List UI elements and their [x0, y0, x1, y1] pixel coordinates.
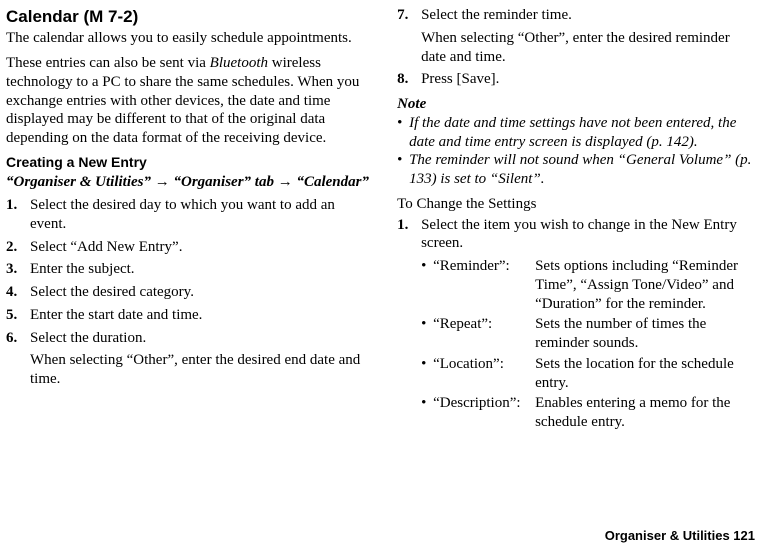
step-number: 2. — [6, 238, 30, 257]
step-7-note: When selecting “Other”, enter the desire… — [421, 29, 755, 67]
nav-seg3: “Calendar” — [296, 174, 369, 190]
step-2: 2. Select “Add New Entry”. — [6, 238, 371, 257]
def-description: • “Description”: Enables entering a memo… — [421, 394, 755, 432]
bullet-icon: • — [421, 257, 433, 313]
menu-code: (M 7-2) — [83, 7, 138, 26]
bullet-icon: • — [421, 315, 433, 353]
page-footer: Organiser & Utilities 121 — [6, 500, 755, 544]
step-number: 1. — [6, 196, 30, 234]
title-text: Calendar — [6, 7, 79, 26]
step-number: 4. — [6, 283, 30, 302]
section-title: Calendar (M 7-2) — [6, 6, 371, 27]
def-desc: Sets the number of times the reminder so… — [535, 315, 755, 353]
bullet-icon: • — [421, 394, 433, 432]
def-term: “Reminder”: — [433, 257, 535, 313]
bullet-icon: • — [397, 151, 409, 189]
right-column: 7. Select the reminder time. When select… — [397, 6, 755, 500]
creating-entry-heading: Creating a New Entry — [6, 154, 371, 172]
def-reminder: • “Reminder”: Sets options including “Re… — [421, 257, 755, 313]
step-number: 7. — [397, 6, 421, 25]
nav-seg2: “Organiser” tab — [174, 174, 274, 190]
step-text: Enter the subject. — [30, 260, 371, 279]
nav-seg1: “Organiser & Utilities” — [6, 174, 151, 190]
note-label: Note — [397, 95, 755, 114]
intro2-pre: These entries can also be sent via — [6, 55, 210, 71]
def-term: “Repeat”: — [433, 315, 535, 353]
step-text: Press [Save]. — [421, 70, 755, 89]
manual-page: Calendar (M 7-2) The calendar allows you… — [0, 0, 765, 552]
change-settings-heading: To Change the Settings — [397, 195, 755, 214]
note-item-1: • If the date and time settings have not… — [397, 114, 755, 152]
step-number: 6. — [6, 329, 30, 348]
two-column-layout: Calendar (M 7-2) The calendar allows you… — [6, 6, 755, 500]
bluetooth-word: Bluetooth — [210, 55, 268, 71]
def-desc: Sets options including “Reminder Time”, … — [535, 257, 755, 313]
left-column: Calendar (M 7-2) The calendar allows you… — [6, 6, 371, 500]
step-4: 4. Select the desired category. — [6, 283, 371, 302]
step-text: Select “Add New Entry”. — [30, 238, 371, 257]
step-1: 1. Select the desired day to which you w… — [6, 196, 371, 234]
intro-paragraph-2: These entries can also be sent via Bluet… — [6, 54, 371, 148]
step-text: Select the duration. — [30, 329, 371, 348]
change-settings-steps: 1. Select the item you wish to change in… — [397, 216, 755, 254]
step-6: 6. Select the duration. — [6, 329, 371, 348]
step-3: 3. Enter the subject. — [6, 260, 371, 279]
def-location: • “Location”: Sets the location for the … — [421, 355, 755, 393]
note-text: If the date and time settings have not b… — [409, 114, 755, 152]
arrow-icon: → — [155, 174, 170, 190]
note-list: • If the date and time settings have not… — [397, 114, 755, 189]
step-number: 8. — [397, 70, 421, 89]
steps-list-right: 7. Select the reminder time. — [397, 6, 755, 25]
nav-path: “Organiser & Utilities” → “Organiser” ta… — [6, 173, 371, 192]
step-7: 7. Select the reminder time. — [397, 6, 755, 25]
step-text: Select the desired day to which you want… — [30, 196, 371, 234]
step-number: 1. — [397, 216, 421, 254]
def-desc: Enables entering a memo for the schedule… — [535, 394, 755, 432]
bullet-icon: • — [421, 355, 433, 393]
def-repeat: • “Repeat”: Sets the number of times the… — [421, 315, 755, 353]
step-number: 3. — [6, 260, 30, 279]
def-desc: Sets the location for the schedule entry… — [535, 355, 755, 393]
arrow-icon: → — [278, 174, 293, 190]
step-text: Select the item you wish to change in th… — [421, 216, 755, 254]
step-8: 8. Press [Save]. — [397, 70, 755, 89]
change-step-1: 1. Select the item you wish to change in… — [397, 216, 755, 254]
definition-list: • “Reminder”: Sets options including “Re… — [421, 257, 755, 432]
steps-list-left: 1. Select the desired day to which you w… — [6, 196, 371, 347]
step-6-note: When selecting “Other”, enter the desire… — [30, 351, 371, 389]
note-item-2: • The reminder will not sound when “Gene… — [397, 151, 755, 189]
step-number: 5. — [6, 306, 30, 325]
bullet-icon: • — [397, 114, 409, 152]
def-term: “Location”: — [433, 355, 535, 393]
intro-paragraph-1: The calendar allows you to easily schedu… — [6, 29, 371, 48]
step-text: Select the desired category. — [30, 283, 371, 302]
step-text: Enter the start date and time. — [30, 306, 371, 325]
def-term: “Description”: — [433, 394, 535, 432]
note-text: The reminder will not sound when “Genera… — [409, 151, 755, 189]
steps-list-right-2: 8. Press [Save]. — [397, 70, 755, 89]
step-5: 5. Enter the start date and time. — [6, 306, 371, 325]
step-text: Select the reminder time. — [421, 6, 755, 25]
